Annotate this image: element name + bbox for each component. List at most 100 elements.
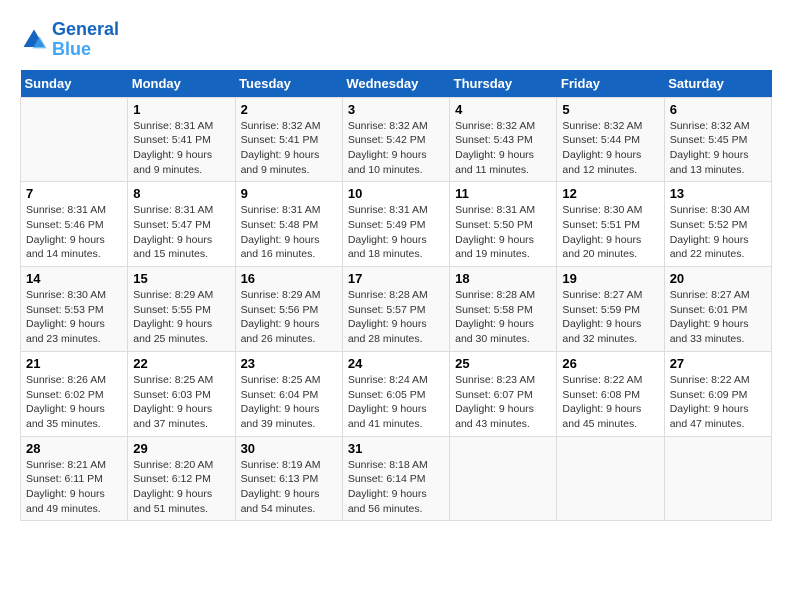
day-number: 15 bbox=[133, 271, 229, 286]
day-info: Sunrise: 8:32 AMSunset: 5:44 PMDaylight:… bbox=[562, 119, 658, 178]
calendar-cell: 18 Sunrise: 8:28 AMSunset: 5:58 PMDaylig… bbox=[450, 267, 557, 352]
day-number: 22 bbox=[133, 356, 229, 371]
calendar-body: 1 Sunrise: 8:31 AMSunset: 5:41 PMDayligh… bbox=[21, 97, 772, 521]
logo-text: General Blue bbox=[52, 20, 119, 60]
calendar-cell bbox=[664, 436, 771, 521]
calendar-week-5: 28 Sunrise: 8:21 AMSunset: 6:11 PMDaylig… bbox=[21, 436, 772, 521]
day-number: 19 bbox=[562, 271, 658, 286]
calendar-cell: 17 Sunrise: 8:28 AMSunset: 5:57 PMDaylig… bbox=[342, 267, 449, 352]
weekday-header-wednesday: Wednesday bbox=[342, 70, 449, 98]
day-number: 14 bbox=[26, 271, 122, 286]
day-number: 7 bbox=[26, 186, 122, 201]
day-info: Sunrise: 8:30 AMSunset: 5:51 PMDaylight:… bbox=[562, 203, 658, 262]
day-info: Sunrise: 8:25 AMSunset: 6:04 PMDaylight:… bbox=[241, 373, 337, 432]
weekday-header-sunday: Sunday bbox=[21, 70, 128, 98]
calendar-cell: 12 Sunrise: 8:30 AMSunset: 5:51 PMDaylig… bbox=[557, 182, 664, 267]
calendar-week-4: 21 Sunrise: 8:26 AMSunset: 6:02 PMDaylig… bbox=[21, 351, 772, 436]
day-info: Sunrise: 8:21 AMSunset: 6:11 PMDaylight:… bbox=[26, 458, 122, 517]
calendar-cell: 11 Sunrise: 8:31 AMSunset: 5:50 PMDaylig… bbox=[450, 182, 557, 267]
day-info: Sunrise: 8:31 AMSunset: 5:41 PMDaylight:… bbox=[133, 119, 229, 178]
day-number: 29 bbox=[133, 441, 229, 456]
day-number: 16 bbox=[241, 271, 337, 286]
day-info: Sunrise: 8:27 AMSunset: 5:59 PMDaylight:… bbox=[562, 288, 658, 347]
calendar-cell: 3 Sunrise: 8:32 AMSunset: 5:42 PMDayligh… bbox=[342, 97, 449, 182]
page-header: General Blue bbox=[20, 20, 772, 60]
day-info: Sunrise: 8:29 AMSunset: 5:56 PMDaylight:… bbox=[241, 288, 337, 347]
day-info: Sunrise: 8:20 AMSunset: 6:12 PMDaylight:… bbox=[133, 458, 229, 517]
day-info: Sunrise: 8:30 AMSunset: 5:53 PMDaylight:… bbox=[26, 288, 122, 347]
calendar-cell: 4 Sunrise: 8:32 AMSunset: 5:43 PMDayligh… bbox=[450, 97, 557, 182]
day-number: 11 bbox=[455, 186, 551, 201]
day-number: 27 bbox=[670, 356, 766, 371]
day-info: Sunrise: 8:22 AMSunset: 6:08 PMDaylight:… bbox=[562, 373, 658, 432]
weekday-header-friday: Friday bbox=[557, 70, 664, 98]
day-number: 17 bbox=[348, 271, 444, 286]
calendar-cell: 2 Sunrise: 8:32 AMSunset: 5:41 PMDayligh… bbox=[235, 97, 342, 182]
day-info: Sunrise: 8:32 AMSunset: 5:45 PMDaylight:… bbox=[670, 119, 766, 178]
day-number: 6 bbox=[670, 102, 766, 117]
calendar-cell: 23 Sunrise: 8:25 AMSunset: 6:04 PMDaylig… bbox=[235, 351, 342, 436]
calendar-cell: 5 Sunrise: 8:32 AMSunset: 5:44 PMDayligh… bbox=[557, 97, 664, 182]
weekday-header-tuesday: Tuesday bbox=[235, 70, 342, 98]
day-number: 8 bbox=[133, 186, 229, 201]
calendar-cell: 10 Sunrise: 8:31 AMSunset: 5:49 PMDaylig… bbox=[342, 182, 449, 267]
calendar-cell: 16 Sunrise: 8:29 AMSunset: 5:56 PMDaylig… bbox=[235, 267, 342, 352]
calendar-week-1: 1 Sunrise: 8:31 AMSunset: 5:41 PMDayligh… bbox=[21, 97, 772, 182]
calendar-cell bbox=[450, 436, 557, 521]
day-info: Sunrise: 8:31 AMSunset: 5:49 PMDaylight:… bbox=[348, 203, 444, 262]
calendar-cell: 14 Sunrise: 8:30 AMSunset: 5:53 PMDaylig… bbox=[21, 267, 128, 352]
day-info: Sunrise: 8:31 AMSunset: 5:50 PMDaylight:… bbox=[455, 203, 551, 262]
day-info: Sunrise: 8:18 AMSunset: 6:14 PMDaylight:… bbox=[348, 458, 444, 517]
calendar-cell: 31 Sunrise: 8:18 AMSunset: 6:14 PMDaylig… bbox=[342, 436, 449, 521]
day-number: 25 bbox=[455, 356, 551, 371]
day-info: Sunrise: 8:32 AMSunset: 5:42 PMDaylight:… bbox=[348, 119, 444, 178]
day-info: Sunrise: 8:31 AMSunset: 5:48 PMDaylight:… bbox=[241, 203, 337, 262]
day-info: Sunrise: 8:29 AMSunset: 5:55 PMDaylight:… bbox=[133, 288, 229, 347]
day-number: 1 bbox=[133, 102, 229, 117]
calendar-cell: 20 Sunrise: 8:27 AMSunset: 6:01 PMDaylig… bbox=[664, 267, 771, 352]
day-number: 10 bbox=[348, 186, 444, 201]
day-number: 12 bbox=[562, 186, 658, 201]
day-number: 21 bbox=[26, 356, 122, 371]
calendar-cell bbox=[557, 436, 664, 521]
day-number: 13 bbox=[670, 186, 766, 201]
calendar-cell: 6 Sunrise: 8:32 AMSunset: 5:45 PMDayligh… bbox=[664, 97, 771, 182]
calendar-cell: 26 Sunrise: 8:22 AMSunset: 6:08 PMDaylig… bbox=[557, 351, 664, 436]
day-number: 2 bbox=[241, 102, 337, 117]
day-number: 23 bbox=[241, 356, 337, 371]
calendar-table: SundayMondayTuesdayWednesdayThursdayFrid… bbox=[20, 70, 772, 522]
calendar-cell: 1 Sunrise: 8:31 AMSunset: 5:41 PMDayligh… bbox=[128, 97, 235, 182]
day-number: 9 bbox=[241, 186, 337, 201]
day-info: Sunrise: 8:30 AMSunset: 5:52 PMDaylight:… bbox=[670, 203, 766, 262]
logo: General Blue bbox=[20, 20, 119, 60]
day-info: Sunrise: 8:25 AMSunset: 6:03 PMDaylight:… bbox=[133, 373, 229, 432]
day-info: Sunrise: 8:26 AMSunset: 6:02 PMDaylight:… bbox=[26, 373, 122, 432]
day-number: 24 bbox=[348, 356, 444, 371]
day-info: Sunrise: 8:23 AMSunset: 6:07 PMDaylight:… bbox=[455, 373, 551, 432]
day-info: Sunrise: 8:28 AMSunset: 5:57 PMDaylight:… bbox=[348, 288, 444, 347]
day-number: 20 bbox=[670, 271, 766, 286]
calendar-cell: 30 Sunrise: 8:19 AMSunset: 6:13 PMDaylig… bbox=[235, 436, 342, 521]
calendar-cell: 13 Sunrise: 8:30 AMSunset: 5:52 PMDaylig… bbox=[664, 182, 771, 267]
calendar-cell: 28 Sunrise: 8:21 AMSunset: 6:11 PMDaylig… bbox=[21, 436, 128, 521]
calendar-cell: 7 Sunrise: 8:31 AMSunset: 5:46 PMDayligh… bbox=[21, 182, 128, 267]
day-number: 4 bbox=[455, 102, 551, 117]
day-info: Sunrise: 8:32 AMSunset: 5:43 PMDaylight:… bbox=[455, 119, 551, 178]
day-info: Sunrise: 8:31 AMSunset: 5:46 PMDaylight:… bbox=[26, 203, 122, 262]
day-info: Sunrise: 8:28 AMSunset: 5:58 PMDaylight:… bbox=[455, 288, 551, 347]
day-info: Sunrise: 8:19 AMSunset: 6:13 PMDaylight:… bbox=[241, 458, 337, 517]
day-number: 18 bbox=[455, 271, 551, 286]
logo-icon bbox=[20, 26, 48, 54]
calendar-cell: 9 Sunrise: 8:31 AMSunset: 5:48 PMDayligh… bbox=[235, 182, 342, 267]
calendar-week-2: 7 Sunrise: 8:31 AMSunset: 5:46 PMDayligh… bbox=[21, 182, 772, 267]
day-number: 26 bbox=[562, 356, 658, 371]
weekday-header-thursday: Thursday bbox=[450, 70, 557, 98]
calendar-week-3: 14 Sunrise: 8:30 AMSunset: 5:53 PMDaylig… bbox=[21, 267, 772, 352]
calendar-cell: 19 Sunrise: 8:27 AMSunset: 5:59 PMDaylig… bbox=[557, 267, 664, 352]
weekday-header-monday: Monday bbox=[128, 70, 235, 98]
calendar-cell: 8 Sunrise: 8:31 AMSunset: 5:47 PMDayligh… bbox=[128, 182, 235, 267]
calendar-cell: 27 Sunrise: 8:22 AMSunset: 6:09 PMDaylig… bbox=[664, 351, 771, 436]
day-number: 28 bbox=[26, 441, 122, 456]
day-info: Sunrise: 8:27 AMSunset: 6:01 PMDaylight:… bbox=[670, 288, 766, 347]
calendar-cell: 22 Sunrise: 8:25 AMSunset: 6:03 PMDaylig… bbox=[128, 351, 235, 436]
